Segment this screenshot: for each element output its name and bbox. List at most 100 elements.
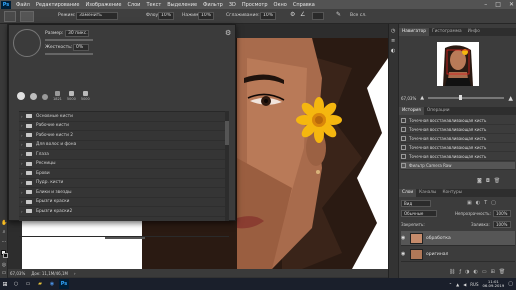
brush-preset[interactable] bbox=[30, 93, 37, 101]
brush-preset[interactable]: 5000 bbox=[81, 91, 90, 101]
menu-view[interactable]: Просмотр bbox=[239, 2, 271, 8]
history-step[interactable]: Точечная восстанавливающая кисть bbox=[401, 153, 515, 161]
brush-folder[interactable]: › Рабочие кисти bbox=[19, 122, 229, 131]
adjustment-layer-icon[interactable]: ◐ bbox=[474, 269, 478, 275]
windows-start-icon[interactable]: ⊞ bbox=[0, 278, 10, 290]
text-filter-icon[interactable]: T bbox=[484, 200, 487, 206]
properties-icon[interactable]: ≡ bbox=[391, 38, 395, 44]
history-step[interactable]: Точечная восстанавливающая кисть bbox=[401, 126, 515, 134]
history-step[interactable]: Точечная восстанавливающая кисть bbox=[401, 117, 515, 125]
layer-filter-kind[interactable]: Вид bbox=[401, 200, 431, 207]
menu-3d[interactable]: 3D bbox=[226, 2, 239, 8]
brush-folder[interactable]: › Брызги краски2 bbox=[19, 207, 229, 217]
layer-row[interactable]: ◉ обработка bbox=[401, 231, 515, 246]
maximize-icon[interactable]: □ bbox=[495, 0, 501, 9]
hardness-field[interactable]: 0% bbox=[73, 44, 89, 51]
brush-folder[interactable]: › Основные кисти bbox=[19, 112, 229, 122]
tab-layers[interactable]: Слои bbox=[399, 189, 417, 197]
zoom-out-icon[interactable]: ▲ bbox=[420, 95, 424, 101]
notifications-icon[interactable]: ▢ bbox=[508, 281, 513, 287]
brush-preset[interactable] bbox=[42, 94, 48, 101]
menu-filter[interactable]: Фильтр bbox=[200, 2, 226, 8]
smoothing-field[interactable]: 10% bbox=[260, 12, 276, 20]
fill-field[interactable]: 100% bbox=[493, 221, 511, 228]
fx-icon[interactable]: ƒ bbox=[459, 269, 461, 275]
eye-icon[interactable]: ◉ bbox=[401, 235, 407, 241]
history-step[interactable]: Точечная восстанавливающая кисть bbox=[401, 144, 515, 152]
tab-channels[interactable]: Каналы bbox=[416, 189, 439, 197]
zoom-readout[interactable]: 67,03% bbox=[10, 271, 25, 276]
more-tools-icon[interactable]: ⋯ bbox=[1, 239, 7, 245]
brush-folder[interactable]: › Глаза bbox=[19, 150, 229, 160]
brush-folder[interactable]: › Брызги краски bbox=[19, 198, 229, 207]
brush-angle-preview[interactable] bbox=[13, 29, 41, 57]
tab-navigator[interactable]: Навигатор bbox=[399, 28, 429, 36]
brush-preset[interactable]: 5000 bbox=[67, 91, 76, 101]
screen-mode-icon[interactable]: ▭ bbox=[1, 270, 7, 276]
brush-folder[interactable]: › Блики и звезды bbox=[19, 188, 229, 198]
browser-icon[interactable]: ◉ bbox=[47, 279, 57, 289]
search-icon[interactable]: ○ bbox=[11, 279, 21, 289]
navigator-zoom-slider[interactable] bbox=[428, 95, 505, 101]
size-slider[interactable] bbox=[45, 39, 93, 41]
adjust-icon[interactable]: ◐ bbox=[391, 48, 395, 54]
mask-icon[interactable]: ◑ bbox=[465, 269, 469, 275]
brush-preset[interactable] bbox=[17, 92, 25, 101]
clock[interactable]: 11:01 06.09.2019 bbox=[483, 279, 505, 289]
history-step-selected[interactable]: Фильтр Camera Raw bbox=[401, 162, 515, 170]
menu-select[interactable]: Выделение bbox=[164, 2, 200, 8]
opacity-field[interactable]: 100% bbox=[493, 210, 511, 217]
navigator-zoom-value[interactable]: 67,03% bbox=[401, 96, 416, 101]
preview-size-slider[interactable] bbox=[105, 237, 145, 239]
brush-folder[interactable]: › Для волос и фона bbox=[19, 141, 229, 150]
menu-file[interactable]: Файл bbox=[13, 2, 33, 8]
flow-field[interactable]: 10% bbox=[158, 12, 174, 20]
network-icon[interactable]: ▲ bbox=[456, 282, 459, 287]
eye-icon[interactable]: ◉ bbox=[401, 251, 407, 257]
file-explorer-icon[interactable]: ▰ bbox=[35, 279, 45, 289]
tab-paths[interactable]: Контуры bbox=[439, 189, 465, 197]
mode-select[interactable]: Заменить bbox=[76, 12, 118, 20]
language-indicator[interactable]: RUS bbox=[470, 282, 478, 287]
adjust-filter-icon[interactable]: ◐ bbox=[476, 200, 480, 206]
menu-edit[interactable]: Редактирование bbox=[33, 2, 83, 8]
zoom-icon[interactable]: ⌕ bbox=[1, 229, 7, 235]
photoshop-taskbar-icon[interactable]: Ps bbox=[59, 279, 69, 289]
brush-folder[interactable]: › Брови bbox=[19, 169, 229, 179]
quick-mask-icon[interactable]: ◎ bbox=[1, 262, 7, 268]
hardness-slider[interactable] bbox=[45, 53, 93, 55]
layer-row[interactable]: ◉ оригинал bbox=[401, 247, 515, 262]
history-step[interactable]: Точечная восстанавливающая кисть bbox=[401, 135, 515, 143]
tool-preset-picker[interactable] bbox=[4, 11, 16, 22]
hand-icon[interactable]: ✋ bbox=[1, 220, 7, 226]
menu-layers[interactable]: Слои bbox=[124, 2, 143, 8]
trash-icon[interactable]: 🗑 bbox=[494, 178, 500, 184]
tray-up-icon[interactable]: ⌃ bbox=[449, 282, 452, 287]
zoom-in-icon[interactable]: ▲ bbox=[508, 95, 513, 102]
navigator-preview[interactable] bbox=[437, 42, 479, 86]
folder-scrollbar-thumb[interactable] bbox=[225, 121, 229, 145]
brush-folder[interactable]: › Пудр. кисти bbox=[19, 179, 229, 188]
angle-icon[interactable]: ∠ bbox=[300, 11, 305, 18]
camera-icon[interactable]: ◘ bbox=[486, 178, 490, 184]
snapshot-icon[interactable]: ◙ bbox=[477, 178, 482, 184]
gear-icon[interactable]: ⚙ bbox=[290, 11, 295, 18]
brush-folder[interactable]: › Ресницы bbox=[19, 160, 229, 169]
history-icon[interactable]: ◷ bbox=[391, 28, 395, 34]
pressure-field[interactable]: 10% bbox=[198, 12, 214, 20]
tab-history[interactable]: История bbox=[399, 107, 424, 115]
menu-image[interactable]: Изображение bbox=[82, 2, 124, 8]
volume-icon[interactable]: ◀ bbox=[463, 282, 466, 287]
angle-field[interactable] bbox=[312, 12, 324, 20]
tab-histogram[interactable]: Гистограмма bbox=[429, 28, 465, 36]
image-filter-icon[interactable]: ▣ bbox=[467, 200, 472, 206]
size-field[interactable]: 30 пикс. bbox=[65, 30, 89, 37]
brush-preset-picker[interactable] bbox=[20, 11, 34, 22]
chevron-right-icon[interactable]: › bbox=[74, 271, 76, 276]
minimize-icon[interactable]: – bbox=[484, 0, 487, 9]
sample-all-layers-label[interactable]: Все сл. bbox=[350, 13, 367, 18]
menu-help[interactable]: Справка bbox=[290, 2, 318, 8]
folder-icon[interactable]: ▭ bbox=[482, 269, 487, 275]
trash-icon[interactable]: 🗑 bbox=[499, 269, 505, 275]
link-icon[interactable]: ⛓ bbox=[449, 269, 455, 275]
